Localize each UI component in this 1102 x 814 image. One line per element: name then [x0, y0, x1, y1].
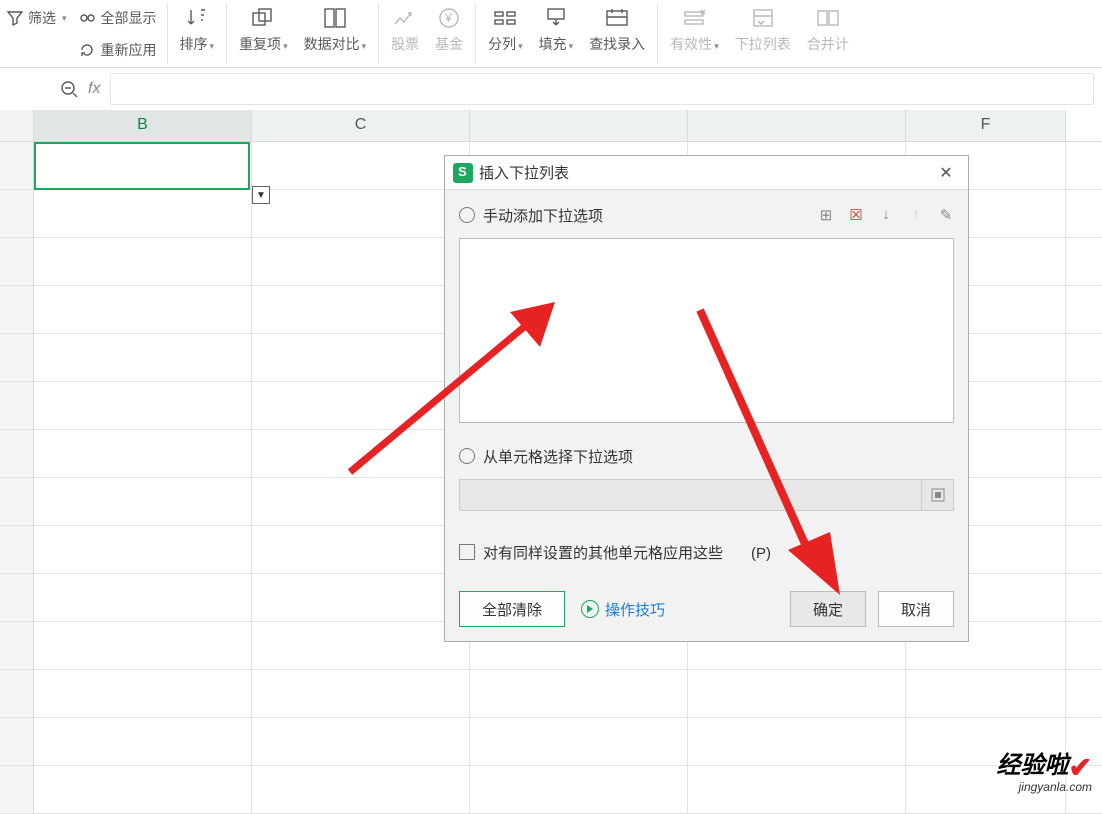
fund-icon: ¥: [436, 6, 462, 30]
insert-dropdown-dialog: 插入下拉列表 ✕ 手动添加下拉选项 ⊞ ☒ ↓ ↑ ✎ 从单元格选择下拉选项: [444, 155, 969, 642]
play-icon: [581, 600, 599, 618]
dropdown-list-button[interactable]: 下拉列表: [727, 2, 799, 56]
ok-button[interactable]: 确定: [790, 591, 866, 627]
tips-link[interactable]: 操作技巧: [581, 599, 665, 620]
find-entry-button[interactable]: 查找录入: [581, 2, 653, 56]
sort-icon: [185, 6, 209, 30]
active-cell[interactable]: [34, 142, 250, 190]
dialog-titlebar: 插入下拉列表 ✕: [445, 156, 968, 190]
move-down-icon[interactable]: ↓: [878, 206, 894, 224]
app-logo-icon: [453, 163, 473, 183]
dialog-title: 插入下拉列表: [479, 162, 569, 183]
delete-item-icon[interactable]: ☒: [848, 206, 864, 224]
split-icon: [492, 6, 518, 30]
cancel-button[interactable]: 取消: [878, 591, 954, 627]
svg-text:¥: ¥: [444, 11, 452, 25]
filter-button[interactable]: 筛选▾: [6, 4, 67, 32]
merge-button[interactable]: 合并计: [799, 2, 857, 56]
reapply-icon: [79, 42, 97, 58]
formula-bar: fx: [0, 68, 1102, 110]
split-button[interactable]: 分列▾: [480, 2, 531, 56]
stock-button[interactable]: 股票: [383, 2, 427, 56]
option-manual-label: 手动添加下拉选项: [483, 205, 603, 226]
options-listbox[interactable]: [459, 238, 954, 423]
clear-all-button[interactable]: 全部清除: [459, 591, 565, 627]
fund-button[interactable]: ¥ 基金: [427, 2, 471, 56]
radio-from-cells[interactable]: [459, 448, 475, 464]
range-picker-icon: [931, 488, 945, 502]
select-range-button[interactable]: [922, 479, 954, 511]
sort-button[interactable]: 排序▾: [172, 2, 223, 56]
validity-button[interactable]: 有效性▾: [662, 2, 727, 56]
cell-range-input[interactable]: [459, 479, 922, 511]
column-header-f[interactable]: F: [906, 110, 1066, 141]
ribbon-toolbar: 筛选▾ 全部显示 重新应用 排序▾ 重复项▾ 数据对比▾ 股票 ¥ 基金 分列▾: [0, 0, 1102, 68]
dedup-icon: [250, 6, 276, 30]
show-all-icon: [79, 10, 97, 26]
add-item-icon[interactable]: ⊞: [818, 206, 834, 224]
zoom-out-icon[interactable]: [60, 80, 78, 98]
column-header-e[interactable]: [688, 110, 906, 141]
compare-icon: [322, 6, 348, 30]
cell-dropdown-handle[interactable]: ▼: [252, 186, 270, 204]
funnel-icon: [6, 10, 24, 26]
dedup-button[interactable]: 重复项▾: [231, 2, 296, 56]
move-up-icon[interactable]: ↑: [908, 206, 924, 224]
find-entry-icon: [604, 6, 630, 30]
apply-same-checkbox[interactable]: [459, 544, 475, 560]
fx-label: fx: [88, 80, 100, 98]
column-header-c[interactable]: C: [252, 110, 470, 141]
option-from-cells-label: 从单元格选择下拉选项: [483, 446, 633, 467]
show-all-button[interactable]: 全部显示: [79, 4, 157, 32]
compare-button[interactable]: 数据对比▾: [296, 2, 375, 56]
fill-button[interactable]: 填充▾: [531, 2, 582, 56]
column-header-d[interactable]: [470, 110, 688, 141]
reapply-button[interactable]: 重新应用: [79, 36, 157, 64]
select-all-corner[interactable]: [0, 110, 34, 141]
dialog-close-button[interactable]: ✕: [932, 161, 960, 185]
radio-manual[interactable]: [459, 207, 475, 223]
apply-same-label: 对有同样设置的其他单元格应用这些(P): [483, 542, 771, 563]
fill-down-icon: [543, 6, 569, 30]
validity-icon: [681, 6, 707, 30]
stock-icon: [392, 6, 418, 30]
merge-icon: [815, 6, 841, 30]
watermark: 经验啦✔ jingyanla.com: [997, 745, 1092, 794]
dropdown-icon: [750, 6, 776, 30]
column-header-b[interactable]: B: [34, 110, 252, 141]
formula-input[interactable]: [110, 73, 1094, 105]
column-headers: B C F: [0, 110, 1102, 142]
edit-item-icon[interactable]: ✎: [938, 206, 954, 224]
